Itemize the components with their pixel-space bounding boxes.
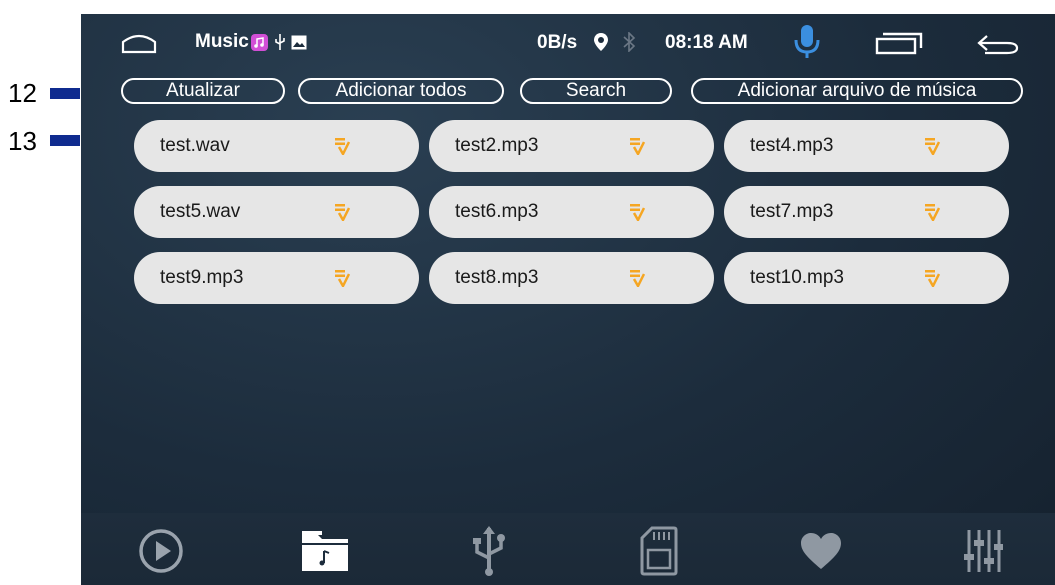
file-item[interactable]: test.wav [134,120,419,172]
music-file-icon [925,138,940,155]
file-name: test2.mp3 [455,135,539,156]
callout-number: 13 [8,126,37,156]
file-item[interactable]: test6.mp3 [429,186,714,238]
file-item[interactable]: test8.mp3 [429,252,714,304]
net-speed-text: 0B/s [537,32,578,53]
add-all-button[interactable]: Adicionar todos [298,78,504,104]
callout-marker [50,135,80,146]
music-file-icon [630,270,645,287]
file-item[interactable]: test5.wav [134,186,419,238]
file-name: test10.mp3 [750,267,844,288]
file-item[interactable]: test10.mp3 [724,252,1009,304]
nav-now-playing[interactable] [135,525,187,577]
home-icon [121,34,157,54]
music-file-icon [335,204,350,221]
nav-equalizer[interactable] [957,525,1009,577]
music-file-icon [630,138,645,155]
usb-icon [473,526,505,576]
heart-icon [801,533,841,569]
callout-number: 12 [8,78,37,108]
home-button[interactable] [121,32,157,54]
play-icon [139,529,183,573]
clock: 08:18 AM [665,32,748,54]
back-icon [977,35,1019,55]
nav-music-folder[interactable] [299,525,351,577]
music-file-icon [335,270,350,287]
bluetooth-icon [622,32,636,52]
image-status-icon [291,35,307,49]
recent-apps-icon [875,32,923,55]
file-name: test4.mp3 [750,135,834,156]
file-name: test5.wav [160,201,241,222]
usb-status-icon [275,34,285,50]
music-folder-icon [302,531,348,571]
app-name: Music [195,31,249,52]
app-title: Music [195,31,307,53]
back-button[interactable] [977,32,1019,56]
add-music-file-button[interactable]: Adicionar arquivo de música [691,78,1023,104]
clock-text: 08:18 AM [665,32,748,53]
callout-marker [50,88,80,99]
refresh-button[interactable]: Atualizar [121,78,285,104]
file-name: test8.mp3 [455,267,539,288]
net-speed: 0B/s [537,32,577,54]
device-screen: Music 0B/s 08:18 AM Atualizar Adicionar … [81,14,1055,585]
sd-card-icon [640,526,678,576]
status-bar: Music 0B/s 08:18 AM [81,14,1055,70]
music-file-icon [925,270,940,287]
file-name: test7.mp3 [750,201,834,222]
music-file-icon [925,204,940,221]
file-item[interactable]: test4.mp3 [724,120,1009,172]
search-button[interactable]: Search [520,78,672,104]
microphone-icon [794,25,820,58]
recent-apps-button[interactable] [875,31,923,55]
file-name: test.wav [160,135,230,156]
location-icon [593,32,609,52]
file-name: test9.mp3 [160,267,244,288]
file-item[interactable]: test7.mp3 [724,186,1009,238]
nav-sd-card[interactable] [633,525,685,577]
equalizer-icon [964,530,1003,572]
nav-usb[interactable] [463,525,515,577]
nav-favorites[interactable] [795,525,847,577]
file-item[interactable]: test2.mp3 [429,120,714,172]
file-item[interactable]: test9.mp3 [134,252,419,304]
music-file-icon [335,138,350,155]
bottom-nav [81,513,1055,585]
music-file-icon [630,204,645,221]
microphone-button[interactable] [793,24,821,60]
music-app-icon [250,33,268,51]
file-name: test6.mp3 [455,201,539,222]
